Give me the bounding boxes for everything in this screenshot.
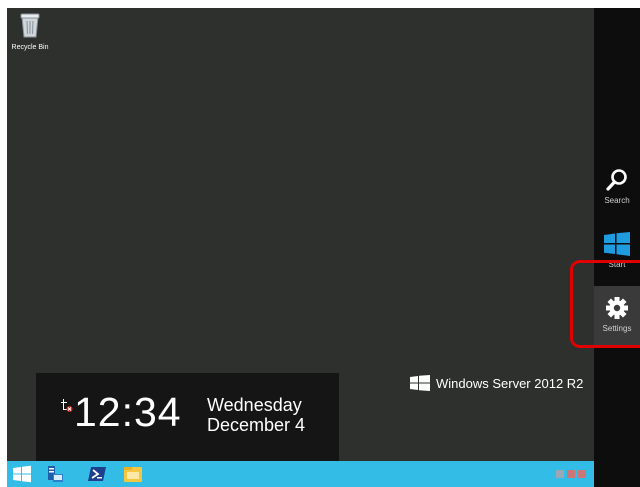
settings-highlight: [570, 260, 640, 348]
file-explorer-button[interactable]: [123, 464, 143, 484]
flag-tray-icon[interactable]: [567, 470, 575, 478]
server-manager-button[interactable]: [45, 464, 65, 484]
recycle-bin-label: Recycle Bin: [11, 44, 49, 51]
charms-bar: Search Start Settings: [594, 8, 640, 487]
recycle-bin-shortcut[interactable]: Recycle Bin: [10, 12, 50, 51]
start-icon: [604, 232, 630, 256]
windows-logo-icon: [13, 465, 31, 483]
clock-panel: 12:34 Wednesday December 4: [36, 373, 339, 461]
notification-icon: [61, 399, 73, 412]
clock-day: Wednesday: [207, 395, 302, 415]
desktop-screen: Recycle Bin Windows Server 2012 R2 12:34…: [7, 8, 640, 487]
powershell-icon: [88, 467, 106, 481]
clock-date: December 4: [207, 415, 306, 435]
start-button[interactable]: [12, 464, 32, 484]
volume-tray-icon[interactable]: [578, 470, 586, 478]
powershell-button[interactable]: [87, 464, 107, 484]
os-branding: Windows Server 2012 R2: [410, 375, 583, 391]
charm-search[interactable]: Search: [594, 168, 640, 205]
recycle-bin-icon: [20, 13, 40, 38]
windows-logo-icon: [410, 375, 430, 391]
branding-text: Windows Server 2012 R2: [436, 375, 584, 391]
clock-date-block: Wednesday December 4: [207, 395, 305, 435]
file-explorer-icon: [124, 467, 142, 482]
charm-search-label: Search: [604, 196, 630, 205]
server-manager-icon: [48, 466, 63, 482]
taskbar: [7, 461, 594, 487]
system-tray[interactable]: [556, 470, 586, 478]
search-icon: [606, 169, 627, 191]
network-tray-icon[interactable]: [556, 470, 564, 478]
clock-time: 12:34: [74, 389, 182, 435]
